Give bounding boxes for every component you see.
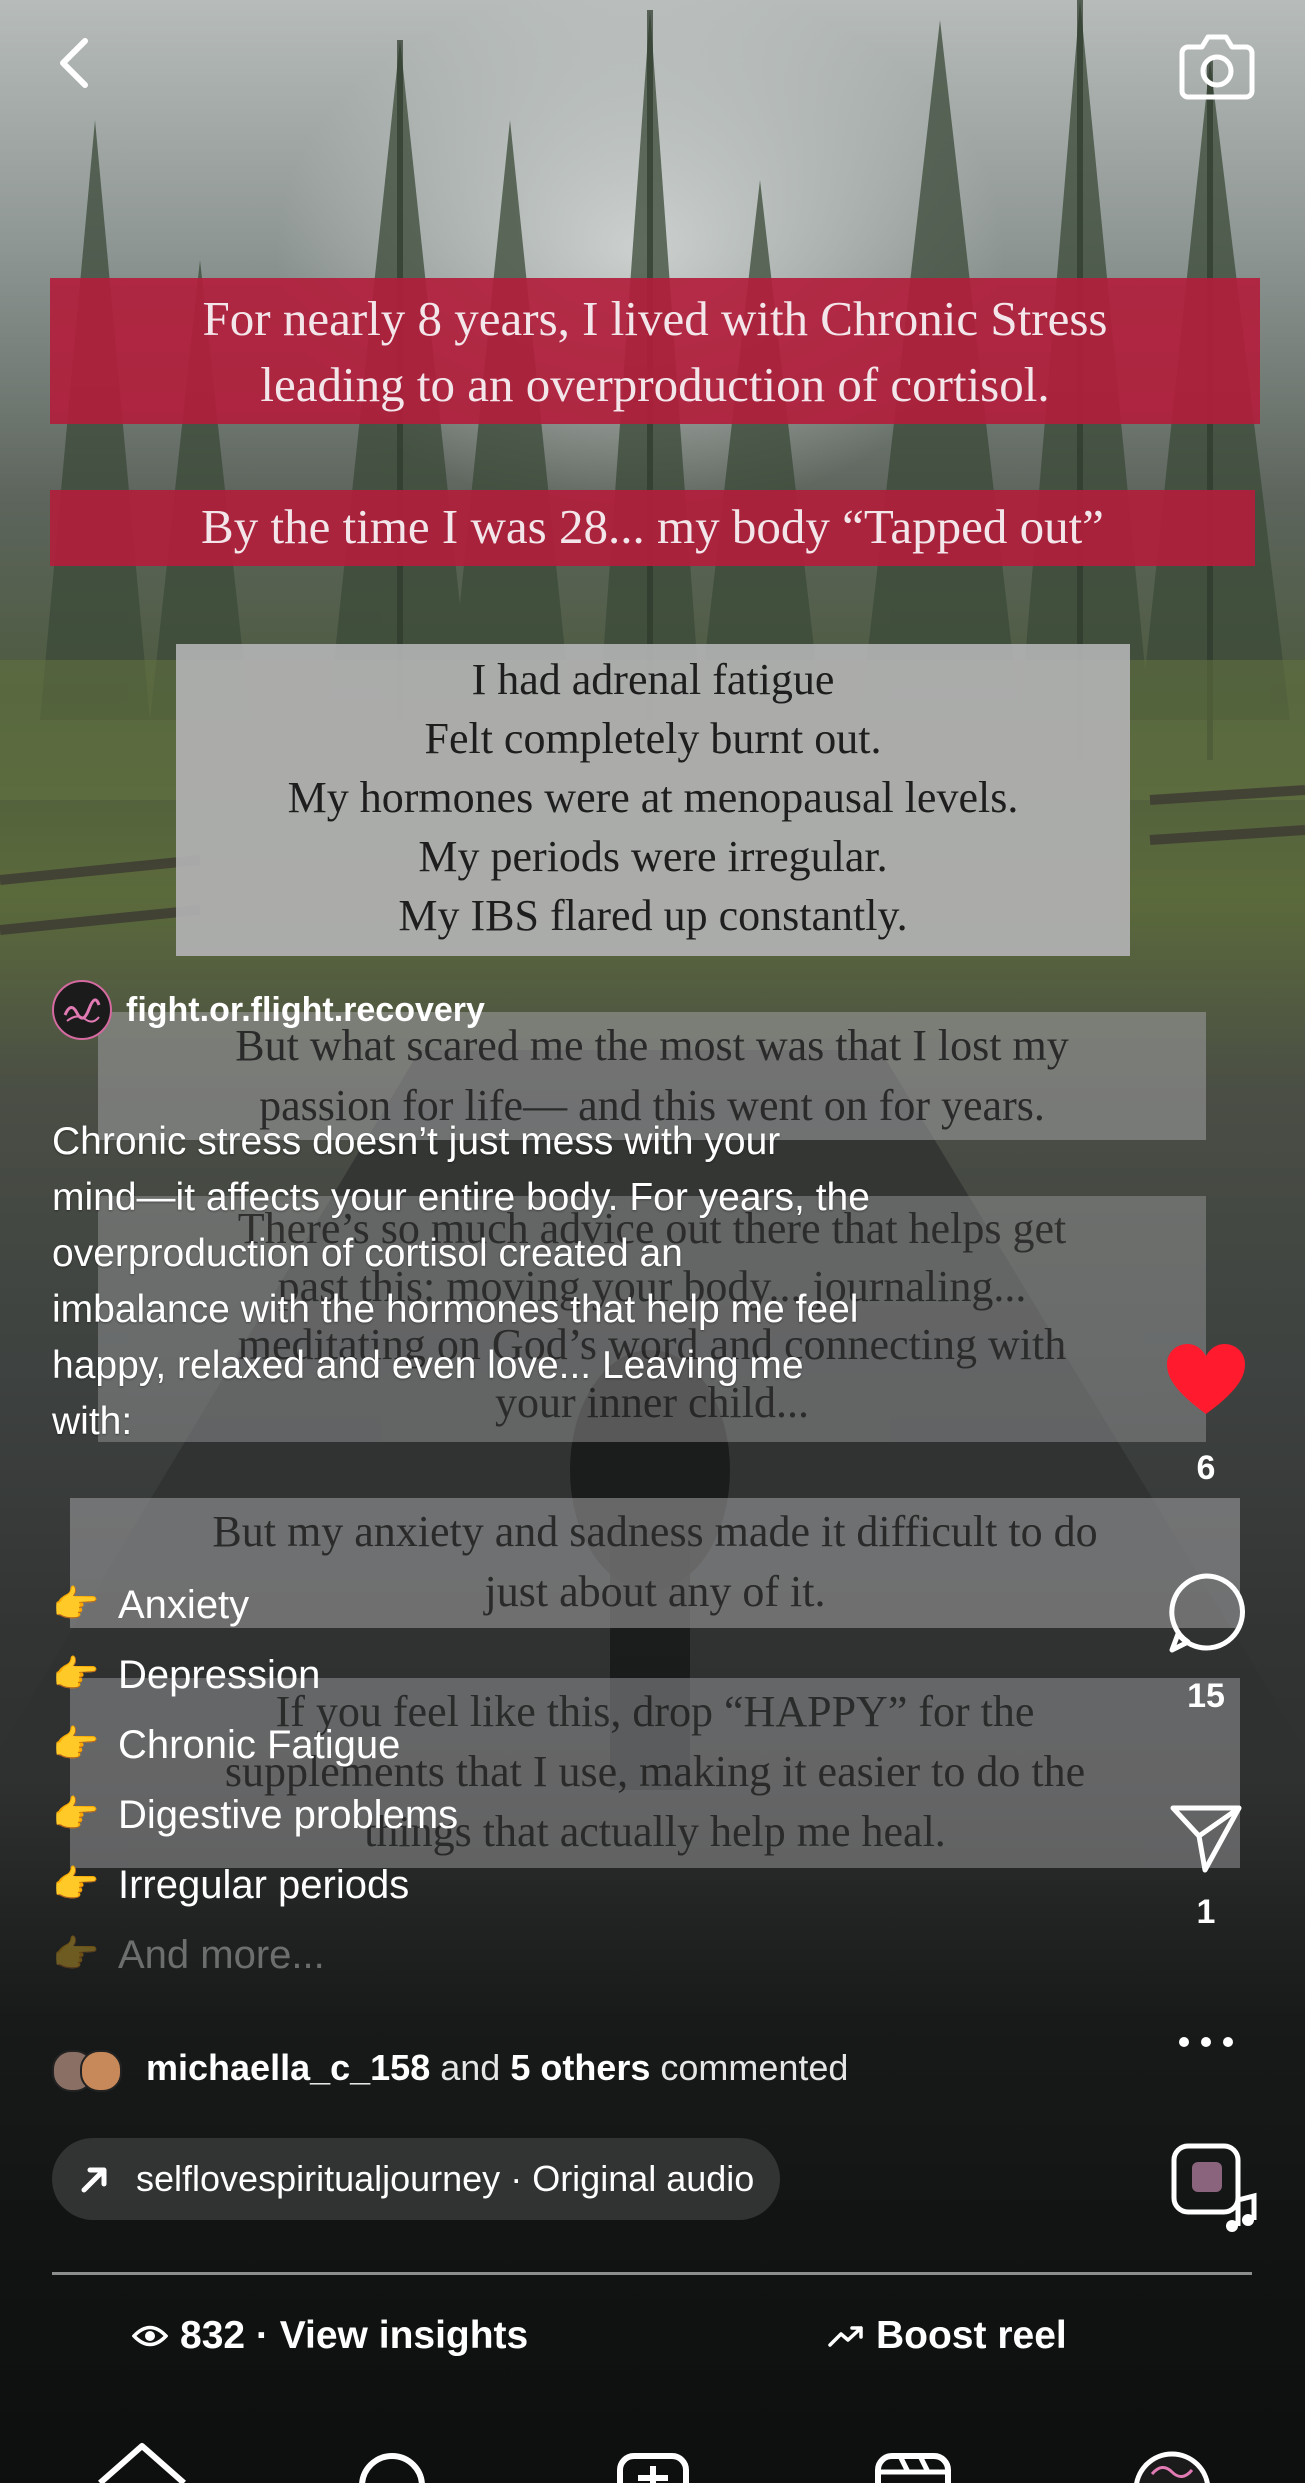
more-horizontal-icon [1179, 2037, 1233, 2047]
list-item: 👉 Irregular periods [52, 1850, 458, 1920]
commenter-name[interactable]: michaella_c_158 [146, 2047, 430, 2089]
music-thumbnail-icon [1171, 2143, 1257, 2232]
audio-separator: · [510, 2158, 523, 2199]
pointing-hand-icon: 👉 [52, 1794, 100, 1836]
caption-line: Chronic stress doesn’t just mess with yo… [52, 1120, 781, 1163]
arrow-up-right-icon [81, 2167, 107, 2193]
commenters-and: and [440, 2047, 501, 2088]
more-options-button[interactable] [1151, 2020, 1261, 2070]
list-item-label: And more... [118, 1932, 325, 1977]
list-item: 👉 And more... [52, 1920, 458, 1990]
commenters-row[interactable]: michaella_c_158 and 5 others commented [52, 2040, 848, 2096]
caption-line: happy, relaxed and even love... Leaving … [52, 1344, 804, 1387]
author-avatar[interactable] [52, 980, 112, 1040]
trend-up-icon [828, 2326, 863, 2347]
heart-filled-icon [1167, 1344, 1245, 1414]
camera-icon [1179, 34, 1255, 100]
pointing-hand-icon: 👉 [52, 1654, 100, 1696]
commenters-others[interactable]: 5 others [510, 2047, 650, 2089]
audio-thumbnail-button[interactable] [1166, 2140, 1266, 2236]
pointing-hand-icon: 👉 [52, 1724, 100, 1766]
commenters-suffix: commented [660, 2047, 849, 2088]
reel-text-line: For nearly 8 years, I lived with Chronic… [202, 291, 1108, 346]
author-username[interactable]: fight.or.flight.recovery [126, 991, 485, 1030]
boost-reel-button[interactable]: Boost reel [828, 2314, 1067, 2358]
list-item: 👉 Anxiety [52, 1570, 458, 1640]
list-item: 👉 Depression [52, 1640, 458, 1710]
send-icon [1170, 1805, 1242, 1873]
share-count: 1 [1196, 1893, 1216, 1931]
home-icon[interactable] [98, 2443, 186, 2483]
reel-text-line: leading to an overproduction of cortisol… [260, 357, 1050, 412]
camera-button[interactable] [1172, 20, 1262, 110]
list-item-label: Anxiety [118, 1582, 250, 1627]
audio-pill[interactable]: selflovespiritualjourney · Original audi… [52, 2138, 781, 2220]
reel-text-line: But my anxiety and sadness made it diffi… [212, 1507, 1098, 1556]
reel-text-line: My IBS flared up constantly. [398, 891, 908, 940]
avatar [80, 2050, 122, 2092]
pointing-hand-icon: 👉 [52, 1864, 100, 1906]
reel-text-tapped-out: By the time I was 28... my body “Tapped … [50, 490, 1255, 566]
audio-track: Original audio [532, 2158, 755, 2199]
pointing-hand-icon: 👉 [52, 1584, 100, 1626]
reel-text-line: I had adrenal fatigue [471, 655, 835, 704]
caption-bullet-list: 👉 Anxiety 👉 Depression 👉 Chronic Fatigue 👉 D… [52, 1570, 458, 1990]
list-item: 👉 Digestive problems [52, 1780, 458, 1850]
list-item-label: Depression [118, 1652, 321, 1697]
boost-reel-label: Boost reel [876, 2314, 1067, 2357]
reel-text-chronic-stress: For nearly 8 years, I lived with Chronic… [50, 278, 1260, 424]
commenter-avatars [52, 2046, 136, 2092]
list-item-label: Chronic Fatigue [118, 1722, 401, 1767]
author-row[interactable]: fight.or.flight.recovery [52, 978, 485, 1042]
reel-text-line: My periods were irregular. [418, 832, 888, 881]
create-icon[interactable] [617, 2453, 689, 2483]
reel-text-line: My hormones were at menopausal levels. [287, 773, 1019, 822]
reel-text-line: By the time I was 28... my body “Tapped … [201, 499, 1104, 554]
like-action[interactable]: 6 [1151, 1340, 1261, 1488]
list-item: 👉 Chronic Fatigue [52, 1710, 458, 1780]
caption-line: imbalance with the hormones that help me… [52, 1288, 859, 1331]
reels-icon[interactable] [875, 2453, 951, 2483]
pointing-hand-icon: 👉 [52, 1934, 100, 1976]
caption-line: with: [52, 1400, 133, 1443]
divider [52, 2272, 1252, 2275]
eye-icon [132, 2325, 168, 2347]
reel-text-line: Felt completely burnt out. [424, 714, 882, 763]
back-button[interactable] [40, 28, 110, 98]
caption-line: overproduction of cortisol created an [52, 1232, 683, 1275]
comment-count: 15 [1187, 1677, 1225, 1715]
chevron-left-icon [60, 38, 88, 88]
bottom-nav-bar [98, 2443, 1210, 2483]
like-count: 6 [1196, 1449, 1216, 1487]
search-icon[interactable] [359, 2453, 425, 2483]
caption-line: mind—it affects your entire body. For ye… [52, 1176, 870, 1219]
comment-action[interactable]: 15 [1151, 1570, 1261, 1716]
profile-avatar[interactable] [1134, 2451, 1210, 2483]
share-action[interactable]: 1 [1151, 1800, 1261, 1932]
reel-screen: For nearly 8 years, I lived with Chronic… [0, 0, 1305, 2483]
audio-account: selflovespiritualjourney [136, 2158, 501, 2199]
comment-bubble-icon [1169, 1573, 1245, 1653]
reel-text-symptoms: I had adrenal fatigue Felt completely bu… [176, 644, 1130, 956]
list-item-label: Irregular periods [118, 1862, 410, 1907]
view-insights-label: 832 · View insights [180, 2314, 529, 2357]
view-insights-button[interactable]: 832 · View insights [132, 2314, 528, 2358]
list-item-label: Digestive problems [118, 1792, 459, 1837]
post-caption[interactable]: Chronic stress doesn’t just mess with yo… [52, 1114, 1112, 1450]
logo-icon [63, 998, 101, 1023]
